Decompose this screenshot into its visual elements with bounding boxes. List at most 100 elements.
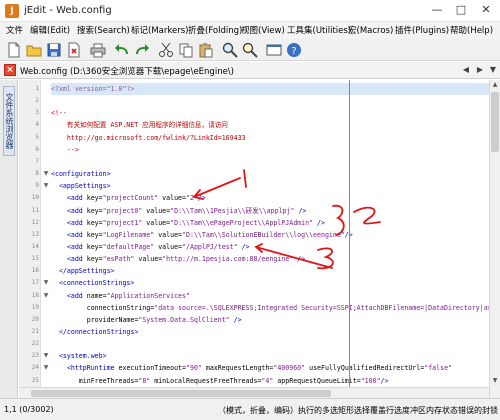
code-token: key= xyxy=(86,255,103,264)
line-number: 3 xyxy=(35,109,39,117)
open-file-icon[interactable] xyxy=(26,42,42,58)
code-token: "ApplicationServices" xyxy=(106,291,190,300)
text-area[interactable]: 1 <?xml version="1.0"?> 2 3 <!-- 4 有关如何配置 ASP… xyxy=(19,80,489,398)
line-number: 14 xyxy=(31,242,39,250)
code-token: <add xyxy=(51,194,87,203)
fold-toggle-icon[interactable]: ▼ xyxy=(43,292,49,299)
menu-search[interactable]: 搜索(Search) xyxy=(77,24,130,36)
code-token: </connectionStrings> xyxy=(51,328,139,336)
menu-folding[interactable]: 折叠(Folding) xyxy=(188,24,242,36)
buffer-next-icon[interactable]: ▶ xyxy=(474,64,486,76)
buffer-list-icon[interactable]: ▼ xyxy=(487,64,499,76)
line-number: 22 xyxy=(31,340,39,348)
fold-toggle-icon[interactable]: ▼ xyxy=(43,365,49,371)
side-dock: 文件系统浏览器 xyxy=(0,80,18,398)
close-buffer-icon[interactable]: × xyxy=(4,64,16,76)
code-token: executionTimeout= xyxy=(118,364,187,373)
menu-view[interactable]: 视图(View) xyxy=(241,24,285,36)
menu-file[interactable]: 文件 xyxy=(6,24,23,36)
line-number: 6 xyxy=(35,145,39,153)
code-token: "8" xyxy=(138,376,151,385)
vertical-scroll-thumb[interactable] xyxy=(491,92,499,152)
horizontal-scroll-thumb[interactable] xyxy=(31,390,331,397)
line-number: 8 xyxy=(35,170,39,178)
scroll-up-icon[interactable]: ▲ xyxy=(490,80,500,90)
code-line: <add key="LogFilename" value="D:\\Tam\\S… xyxy=(51,229,489,241)
code-token: <configuration> xyxy=(51,170,111,179)
code-token: "LogFilename" xyxy=(102,230,155,239)
code-token: /> xyxy=(294,206,307,215)
code-token: key= xyxy=(86,230,103,239)
code-token: <add xyxy=(51,206,87,215)
code-line: <connectionStrings> xyxy=(51,277,489,289)
maximize-icon[interactable]: □ xyxy=(450,1,472,19)
paste-icon[interactable] xyxy=(198,42,214,58)
fold-toggle-icon[interactable]: ▼ xyxy=(43,171,49,177)
horizontal-scrollbar[interactable] xyxy=(19,387,489,398)
code-line: <add key="project1" value="D:\\Tam\\ePag… xyxy=(51,217,489,229)
title-bar: j jEdit - Web.config — □ ✕ xyxy=(0,0,500,22)
scroll-down-icon[interactable]: ▼ xyxy=(490,376,500,386)
save-icon[interactable] xyxy=(46,42,62,58)
code-line: <add name="ApplicationServices" xyxy=(51,290,489,302)
help-icon[interactable]: ? xyxy=(286,42,302,58)
buffer-prev-icon[interactable]: ◀ xyxy=(460,64,472,76)
print-icon[interactable] xyxy=(90,42,106,58)
line-number: 4 xyxy=(35,121,39,129)
menu-edit[interactable]: 编辑(Edit) xyxy=(30,24,70,36)
code-token: key= xyxy=(86,194,103,203)
menu-help[interactable]: 帮助(Help) xyxy=(450,24,493,36)
code-line: http://go.microsoft.com/fwlink/?LinkId=1… xyxy=(51,132,489,144)
copy-icon[interactable] xyxy=(178,42,194,58)
vertical-scrollbar[interactable]: ▲ ▼ xyxy=(489,80,500,398)
menu-markers[interactable]: 标记(Markers) xyxy=(131,24,188,36)
menu-bar: 文件 编辑(Edit) 搜索(Search) 标记(Markers) 折叠(Fo… xyxy=(0,22,500,39)
file-browser-tab[interactable]: 文件系统浏览器 xyxy=(3,86,15,156)
code-token: <add xyxy=(51,255,87,264)
fold-toggle-icon[interactable]: ▼ xyxy=(43,183,49,189)
code-token: /> xyxy=(380,376,389,385)
close-file-icon[interactable] xyxy=(66,42,82,58)
caret-position[interactable]: 1,1 (0/3002) xyxy=(4,405,54,414)
cut-icon[interactable] xyxy=(158,42,174,58)
code-token: http://go.microsoft.com/fwlink/?LinkId=1… xyxy=(51,133,246,142)
code-token: "projectCount" xyxy=(102,194,159,203)
minimize-icon[interactable]: — xyxy=(426,1,448,19)
code-token: --> xyxy=(51,145,79,154)
code-line: --> xyxy=(51,144,489,156)
code-token: <add xyxy=(51,218,87,227)
close-icon[interactable]: ✕ xyxy=(475,1,497,19)
menu-macros[interactable]: 宏(Macros) xyxy=(348,24,393,36)
line-number: 7 xyxy=(35,157,39,165)
fold-toggle-icon[interactable]: ▼ xyxy=(43,353,49,359)
toolbar: ? xyxy=(0,39,500,61)
status-bar: 1,1 (0/3002) （模式，折叠，编码）执行的多选矩形选择覆盖行选度冲区内… xyxy=(0,398,500,420)
code-token: <add xyxy=(51,242,87,251)
menu-utilities[interactable]: 工具集(Utilities) xyxy=(287,24,351,36)
code-line: <!-- xyxy=(51,107,489,119)
code-token: value= xyxy=(158,194,186,203)
code-token: minLocalRequestFreeThreads= xyxy=(150,376,262,385)
code-token: "4" xyxy=(261,376,274,385)
find-next-icon[interactable] xyxy=(242,42,258,58)
status-message: （模式，折叠，编码）执行的多选矩形选择覆盖行选度冲区内存状态错误的封锁 xyxy=(218,406,498,415)
code-token: "D:\\Tam\\1Pesjia\\研发\\applpj" xyxy=(170,206,295,215)
line-number: 19 xyxy=(31,303,39,311)
fold-column xyxy=(41,80,49,398)
line-number: 18 xyxy=(31,291,39,299)
code-token: key= xyxy=(86,218,103,227)
buffer-file-label[interactable]: Web.config (D:\360安全浏览器下载\epage\eEngine\… xyxy=(20,65,234,77)
new-file-icon[interactable] xyxy=(6,42,22,58)
line-number: 21 xyxy=(31,328,39,335)
fold-toggle-icon[interactable]: ▼ xyxy=(43,280,49,286)
code-line: <?xml version="1.0"?> xyxy=(51,83,489,95)
menu-plugins[interactable]: 插件(Plugins) xyxy=(395,24,449,36)
code-token: minFreeThreads= xyxy=(51,376,139,385)
undo-icon[interactable] xyxy=(114,42,130,58)
code-token: "D:\\Tam\\ePageProject\\ApplPJAdmin" xyxy=(170,218,314,227)
full-screen-icon[interactable] xyxy=(266,42,282,58)
find-icon[interactable] xyxy=(222,42,238,58)
redo-icon[interactable] xyxy=(134,42,150,58)
